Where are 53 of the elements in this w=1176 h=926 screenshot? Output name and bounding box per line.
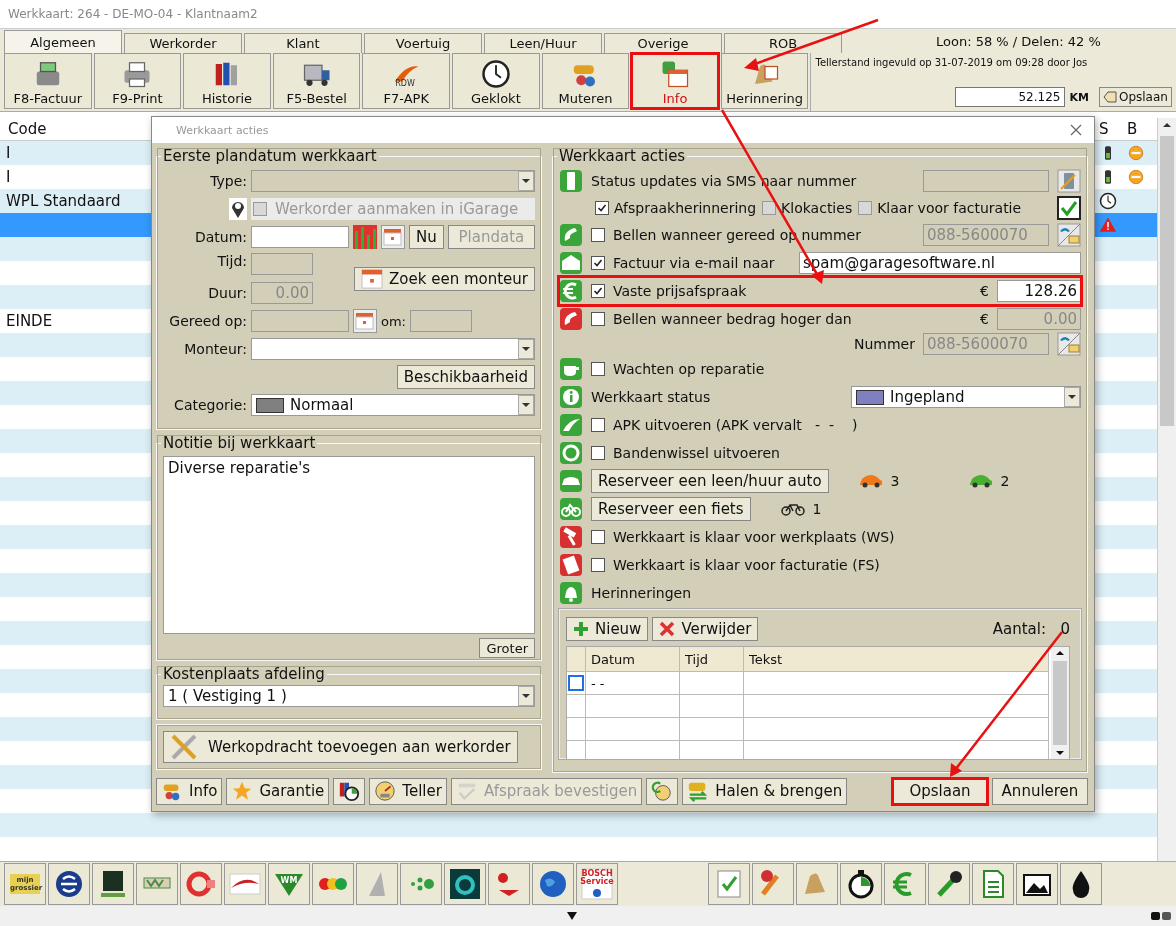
checkbox-label: APK uitvoeren (APK vervalt - - ) — [613, 417, 859, 433]
checkbox-label: Vaste prijsafspraak — [613, 283, 748, 299]
field-label: Nummer — [854, 336, 915, 352]
count-label: Aantal: — [992, 620, 1046, 638]
field-label: Monteur: — [183, 341, 247, 357]
checkbox-label: Werkkaart is klaar voor werkplaats (WS) — [613, 529, 896, 545]
wage-parts-summary: Loon: 58 % / Delen: 42 % — [936, 33, 1101, 49]
button-label: F5-Bestel — [286, 91, 347, 106]
group-title: Notitie bij werkkaart — [162, 434, 317, 452]
checkbox-label: Wachten op reparatie — [613, 361, 766, 377]
button-label: F7-APK — [383, 91, 429, 106]
field-label: om: — [381, 313, 406, 329]
checkbox-label: Bandenwissel uitvoeren — [613, 445, 781, 461]
checkbox-label: Klokacties — [781, 200, 853, 216]
button-label: Info — [662, 91, 688, 106]
row-label: Herinneringen — [591, 585, 693, 601]
field-label: Datum: — [193, 229, 247, 245]
table-cell: I — [6, 168, 11, 186]
field-label: Categorie: — [173, 397, 247, 413]
checkbox-label: Factuur via e-mail naar — [613, 255, 776, 271]
checkbox-label: Afspraakherinnering — [614, 200, 757, 216]
window-title: Werkkaart: 264 - DE-MO-04 - Klantnaam2 — [8, 7, 258, 21]
checkbox-label: Werkkaart is klaar voor facturatie (FS) — [613, 557, 881, 573]
currency-symbol: € — [980, 283, 989, 299]
table-cell: - - — [591, 675, 605, 691]
currency-symbol: € — [980, 311, 989, 327]
button-label: Historie — [201, 91, 253, 106]
odometer-note: Tellerstand ingevuld op 31-07-2019 om 09:28 door Jos — [815, 57, 1089, 68]
field-label: Tijd: — [216, 253, 247, 269]
button-label: Herinnering — [726, 91, 803, 106]
checkbox-label: Klaar voor facturatie — [877, 200, 1022, 216]
checkbox-label: Bellen wanneer bedrag hoger dan — [613, 311, 853, 327]
button-label: Muteren — [558, 91, 613, 106]
field-label: Gereed op: — [168, 313, 247, 329]
field-label: Duur: — [207, 285, 247, 301]
dialog-title: Werkkaart acties — [176, 123, 269, 137]
button-label: F9-Print — [112, 91, 163, 106]
button-label: F8-Factuur — [13, 91, 83, 106]
group-title: Eerste plandatum werkkaart — [162, 147, 378, 165]
checkbox-label: Werkorder aanmaken in iGarage — [275, 200, 519, 218]
field-label: Type: — [209, 173, 247, 189]
row-label: Werkkaart status — [591, 389, 711, 405]
button-label: Geklokt — [470, 91, 521, 106]
count-value: 0 — [1059, 620, 1070, 638]
group-title: Kostenplaats afdeling — [162, 665, 326, 683]
logo-text: RDW — [395, 79, 415, 88]
table-cell: WPL Standaard — [6, 192, 121, 210]
group-title: Werkkaart acties — [558, 147, 687, 165]
count-value: 3 — [890, 473, 900, 489]
table-cell: I — [6, 144, 11, 162]
unit-label: KM — [1069, 90, 1089, 104]
count-value: 2 — [1000, 473, 1010, 489]
count-value: 1 — [812, 501, 822, 517]
